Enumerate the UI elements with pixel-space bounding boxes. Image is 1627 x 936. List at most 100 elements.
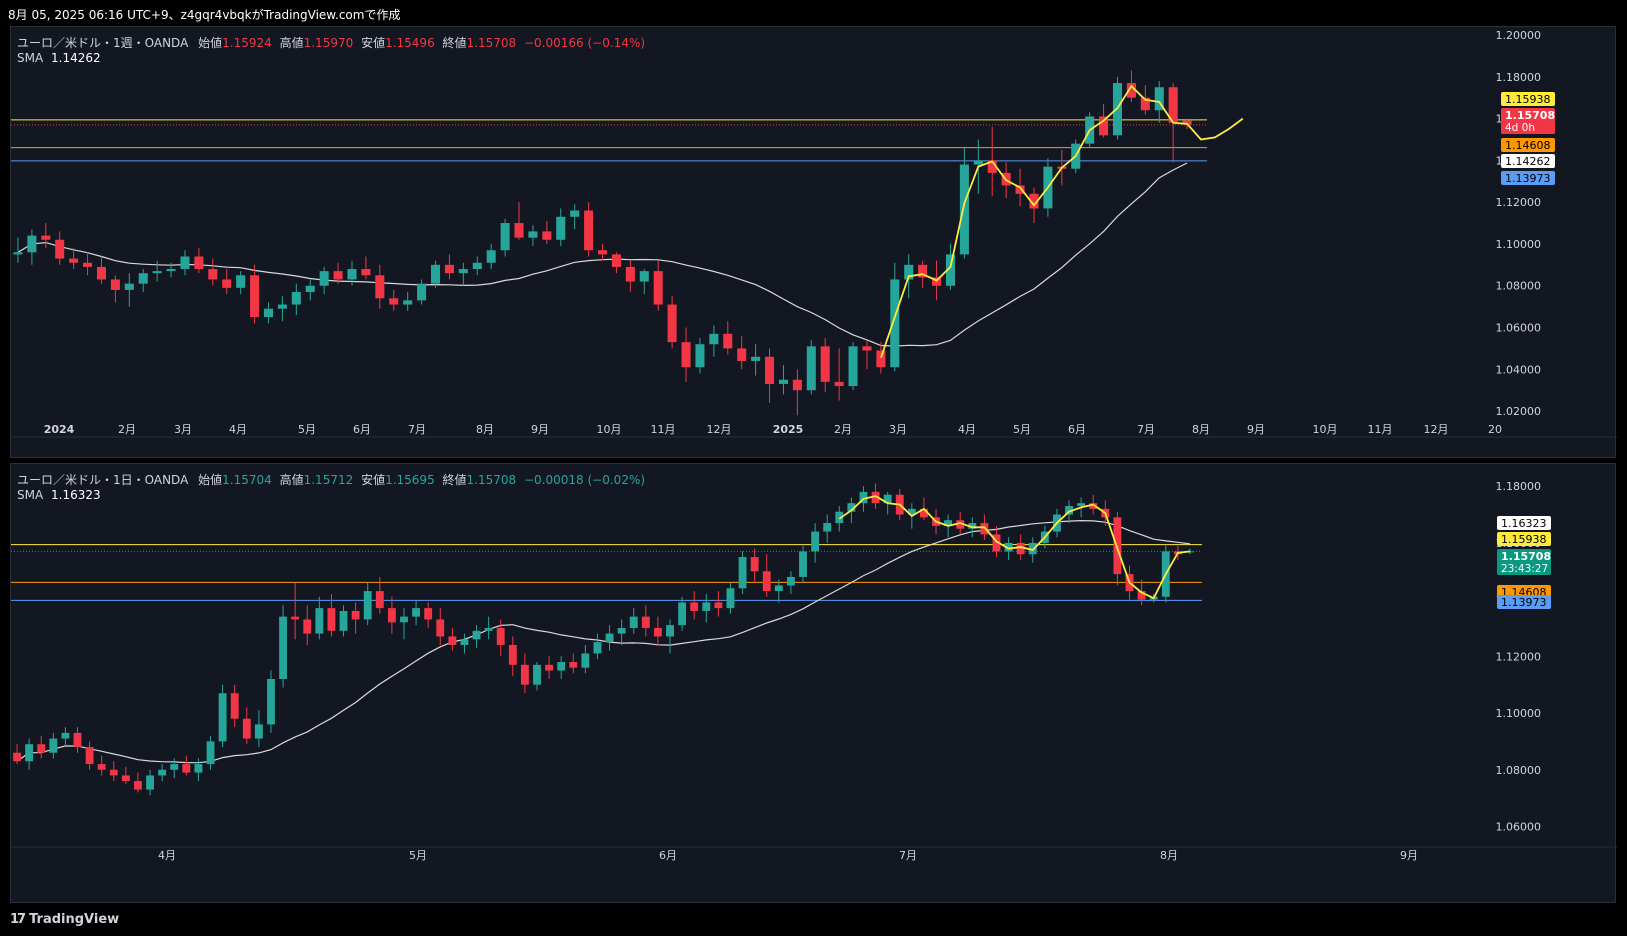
candle-body — [121, 775, 130, 782]
candle-body — [61, 732, 70, 739]
tradingview-logo[interactable]: 17 TradingView — [10, 912, 119, 927]
candle-body — [876, 350, 886, 368]
daily-legend: ユーロ／米ドル・1日・OANDA 始値1.15704 高値1.15712 安値1… — [17, 471, 645, 488]
candle-body — [557, 661, 566, 671]
candle-body — [811, 531, 820, 552]
x-axis-tick-label: 3月 — [889, 423, 907, 436]
candle-body — [138, 273, 148, 284]
x-axis-tick-label: 7月 — [899, 849, 917, 862]
legend-open-label: 始値 — [198, 473, 223, 487]
footer-bar: 17 TradingView — [0, 903, 1627, 936]
candle-body — [291, 292, 301, 305]
candle-body — [69, 258, 79, 263]
weekly-chart-canvas[interactable]: 1.200001.180001.160001.140001.120001.100… — [11, 27, 1617, 459]
candle-body — [584, 210, 594, 251]
x-axis-tick-label: 5月 — [409, 849, 427, 862]
legend-high: 1.15712 — [303, 473, 354, 487]
legend-open-label: 始値 — [198, 36, 223, 50]
candle-body — [448, 636, 457, 645]
price-tag-countdown: 4d 0h — [1505, 122, 1535, 134]
candle-body — [254, 724, 263, 739]
candle-body — [528, 231, 538, 238]
candle-body — [980, 523, 989, 535]
x-axis-tick-label: 6月 — [659, 849, 677, 862]
candle-body — [726, 588, 735, 609]
candle-body — [581, 653, 590, 668]
candle-body — [823, 523, 832, 532]
candle-body — [303, 619, 312, 634]
candle-body — [862, 346, 872, 351]
legend-high-label: 高値 — [279, 473, 304, 487]
y-axis-tick-label: 1.18000 — [1496, 480, 1542, 493]
x-axis-tick-label: 10月 — [1313, 423, 1338, 436]
candle-body — [625, 266, 635, 282]
candle-body — [403, 300, 413, 305]
candle-body — [484, 627, 493, 631]
y-axis-tick-label: 1.06000 — [1496, 322, 1542, 335]
x-axis-tick-label: 5月 — [298, 423, 316, 436]
candle-body — [799, 551, 807, 577]
candle-body — [315, 608, 324, 634]
x-axis-tick-label: 12月 — [1424, 423, 1449, 436]
x-axis-tick-label: 7月 — [1137, 423, 1155, 436]
candle-body — [134, 781, 142, 790]
candle-body — [653, 627, 662, 637]
candle-body — [508, 644, 517, 665]
x-axis-tick-label: 2024 — [44, 423, 75, 436]
legend-symbol: ユーロ／米ドル・1週・OANDA — [17, 36, 189, 50]
price-tag-value: 1.15938 — [1505, 93, 1551, 106]
price-tag-value: 1.13973 — [1501, 596, 1547, 609]
y-axis-tick-label: 1.12000 — [1496, 196, 1542, 209]
legend-open: 1.15924 — [222, 36, 272, 50]
candle-body — [542, 231, 552, 240]
legend-low-label: 安値 — [361, 36, 386, 50]
candle-body — [750, 557, 759, 572]
candle-body — [460, 639, 469, 645]
candle-body — [486, 250, 496, 263]
price-tag-value: 1.14608 — [1505, 139, 1551, 152]
candle-body — [605, 633, 614, 643]
x-axis-tick-label: 11月 — [651, 423, 676, 436]
candle-body — [639, 271, 649, 282]
price-tag-value: 1.16323 — [1501, 517, 1547, 530]
candle-body — [792, 379, 802, 391]
candle-body — [786, 576, 795, 586]
candle-body — [723, 333, 733, 349]
daily-sma-legend: SMA 1.16323 — [17, 488, 101, 502]
candle-body — [417, 283, 427, 301]
candle-body — [597, 250, 608, 255]
candle-body — [820, 346, 830, 382]
candle-body — [556, 216, 566, 240]
candle-body — [678, 602, 687, 626]
y-axis-tick-label: 1.02000 — [1496, 405, 1542, 418]
candle-body — [617, 627, 626, 634]
candle-body — [611, 254, 621, 267]
candle-body — [593, 642, 602, 654]
legend-close: 1.15708 — [466, 473, 517, 487]
weekly-sma-legend: SMA 1.14262 — [17, 51, 101, 65]
candle-body — [834, 381, 844, 387]
x-axis-tick-label: 3月 — [174, 423, 192, 436]
sma-label: SMA — [17, 488, 44, 502]
legend-high-label: 高値 — [279, 36, 304, 50]
daily-chart-canvas[interactable]: 1.180001.160001.140001.120001.100001.080… — [11, 464, 1617, 904]
daily-chart-pane[interactable]: 1.180001.160001.140001.120001.100001.080… — [10, 463, 1617, 904]
candle-body — [180, 256, 190, 270]
y-axis-tick-label: 1.18000 — [1496, 71, 1542, 84]
candle-body — [347, 269, 357, 280]
candle-body — [242, 718, 251, 739]
candle-body — [277, 304, 287, 309]
candle-body — [291, 616, 300, 620]
candle-body — [158, 769, 167, 776]
legend-low: 1.15695 — [385, 473, 435, 487]
candle-body — [545, 664, 554, 671]
candle-body — [166, 269, 176, 272]
legend-low-label: 安値 — [361, 473, 386, 487]
x-axis-tick-label: 4月 — [958, 423, 976, 436]
candle-body — [714, 602, 723, 609]
candle-body — [695, 344, 705, 368]
sma-value: 1.16323 — [51, 488, 101, 502]
y-axis-tick-label: 1.08000 — [1496, 764, 1542, 777]
weekly-chart-pane[interactable]: 1.200001.180001.160001.140001.120001.100… — [10, 26, 1617, 459]
price-tag-value: 1.14262 — [1505, 155, 1551, 168]
